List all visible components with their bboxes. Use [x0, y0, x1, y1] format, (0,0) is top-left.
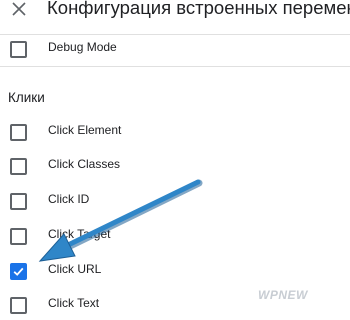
checkbox-label: Debug Mode: [48, 40, 117, 54]
checkbox-row-debug-mode[interactable]: Debug Mode: [0, 34, 350, 64]
watermark-logo: WPNEW: [258, 288, 308, 302]
checkbox-click-element[interactable]: [10, 124, 27, 141]
checkbox-label: Click ID: [48, 192, 90, 206]
checkbox-debug-mode[interactable]: [10, 41, 27, 58]
dialog-header: Конфигурация встроенных переменн: [0, 0, 350, 35]
checkbox-label: Click URL: [48, 262, 102, 276]
checkbox-label: Click Element: [48, 123, 122, 137]
checkbox-label: Click Classes: [48, 157, 121, 171]
checkbox-row-click-element[interactable]: Click Element: [0, 117, 350, 147]
checkbox-label: Click Text: [48, 296, 100, 310]
checkbox-click-target[interactable]: [10, 228, 27, 245]
checkbox-click-text[interactable]: [10, 297, 27, 314]
checkbox-click-url[interactable]: [10, 263, 27, 280]
section-title: Клики: [8, 90, 45, 105]
checkbox-row-click-target[interactable]: Click Target: [0, 221, 350, 251]
checkbox-click-id[interactable]: [10, 193, 27, 210]
checkbox-row-click-id[interactable]: Click ID: [0, 186, 350, 216]
check-icon: [13, 267, 24, 276]
checkbox-row-click-classes[interactable]: Click Classes: [0, 151, 350, 181]
close-icon: [10, 0, 28, 18]
page-title: Конфигурация встроенных переменн: [47, 0, 350, 18]
close-button[interactable]: [10, 0, 28, 18]
checkbox-row-click-url[interactable]: Click URL: [0, 256, 350, 286]
checkbox-label: Click Target: [48, 227, 111, 241]
checkbox-click-classes[interactable]: [10, 158, 27, 175]
divider: [0, 66, 350, 67]
